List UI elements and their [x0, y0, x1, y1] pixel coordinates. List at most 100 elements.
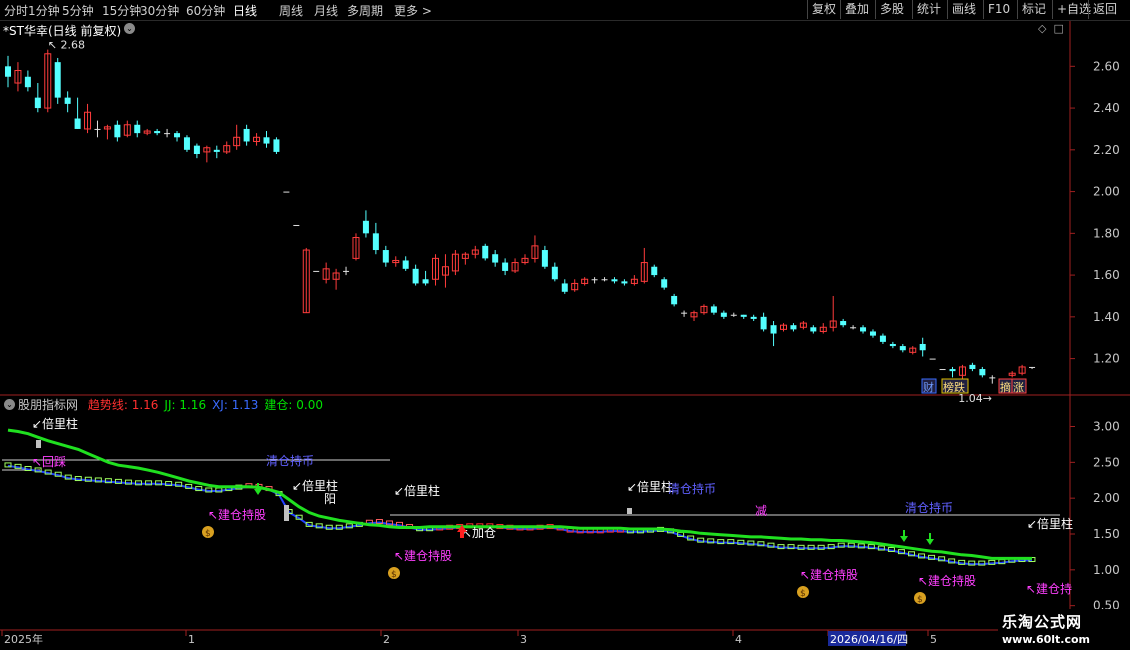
signal-label-16: 减 [755, 504, 767, 518]
signal-label-15: 阳 [324, 492, 336, 506]
candle-body [810, 327, 817, 332]
candle-body [979, 369, 986, 376]
candle-body [74, 118, 81, 129]
signal-label-0: ↙倍里柱 [32, 416, 78, 431]
candle-body [243, 128, 250, 142]
signal-label-5: ↖建仓持股 [208, 507, 266, 522]
candle-body [889, 343, 896, 347]
candle-body [293, 224, 300, 226]
candle-body [492, 254, 499, 263]
candle-body [154, 131, 161, 134]
badge-3: 涨 [1013, 381, 1024, 394]
candle-body [740, 314, 747, 317]
candle-body [313, 270, 320, 272]
candle-body [193, 145, 200, 154]
candle-body [174, 133, 181, 138]
candle-body [750, 316, 757, 319]
candle-body [661, 279, 668, 288]
candle-body [164, 133, 171, 135]
y-tick-label: 2.60 [1093, 59, 1120, 73]
candle-body [671, 295, 678, 305]
y-tick-label: 1.40 [1093, 310, 1120, 324]
candle-body [422, 279, 429, 284]
y-tick-label: 2.00 [1093, 185, 1120, 199]
signal-label-11: 清仓持币 [266, 453, 314, 468]
x-axis-label-0: 2025年 [4, 632, 43, 646]
x-axis-label-6: 5 [930, 633, 937, 646]
candle-body [601, 279, 608, 281]
candle-body [611, 279, 618, 282]
candle-body [482, 245, 489, 259]
candle-body [710, 306, 717, 313]
watermark-name: 乐淘公式网 [1002, 613, 1083, 631]
candle-body [591, 279, 598, 281]
candle-body [412, 268, 419, 284]
signal-label-8: ↖建仓持股 [918, 573, 976, 588]
candle-body [362, 220, 369, 234]
beiliang-bar [36, 440, 41, 448]
candle-body [34, 97, 41, 109]
signal-label-2: ↙倍里柱 [394, 483, 440, 498]
candle-body [24, 76, 31, 88]
candle-body [989, 377, 996, 379]
down-arrow-icon [900, 530, 908, 542]
candle-body [720, 312, 727, 317]
candle-body [899, 346, 906, 351]
candle-body [681, 312, 688, 314]
candle-body [213, 149, 220, 152]
y-tick-label: 1.00 [1093, 563, 1120, 577]
signal-label-9: ↖建仓持 [1026, 581, 1072, 596]
jj-line [7, 428, 1032, 560]
money-bag-glyph: $ [391, 570, 397, 580]
candle-body [869, 331, 876, 336]
signal-label-7: ↖建仓持股 [800, 567, 858, 582]
down-arrow-icon [926, 533, 934, 545]
candle-body [382, 250, 389, 263]
candle-body [94, 128, 101, 130]
kline-chart[interactable]: 2.60 2.40 2.20 2.00 1.80 1.60 1.40 1.20 3.00 2.50… [0, 0, 1130, 650]
y-tick-label: 3.00 [1093, 420, 1120, 434]
x-axis-label-4: 4 [735, 633, 742, 646]
signal-label-3: ↙倍里柱 [627, 479, 673, 494]
candle-body [263, 137, 270, 144]
candle-body [850, 327, 857, 329]
y-tick-label: 2.00 [1093, 491, 1120, 505]
candle-body [64, 97, 71, 104]
signal-label-12: 清仓持币 [668, 481, 716, 496]
money-bag-glyph: $ [800, 589, 806, 599]
candle-body [343, 270, 350, 272]
candle-body [1029, 366, 1036, 368]
candle-body [134, 124, 141, 134]
y-tick-label: 1.20 [1093, 352, 1120, 366]
candle-body [273, 139, 280, 152]
signal-label-6: ↖建仓持股 [394, 548, 452, 563]
badge-2: 摘 [1000, 380, 1011, 394]
candle-body [760, 316, 767, 330]
candle-body [54, 62, 61, 98]
candle-body [919, 343, 926, 351]
candle-body [561, 283, 568, 292]
candle-body [402, 260, 409, 269]
candle-body [860, 327, 867, 332]
candle-body [790, 325, 797, 330]
y-tick-label: 1.60 [1093, 268, 1120, 282]
candle-body [283, 191, 290, 193]
badge-1: 榜跌 [943, 380, 965, 394]
candle-body [840, 321, 847, 326]
candle-body [621, 281, 628, 284]
candle-body [114, 124, 121, 138]
beiliang-bar [284, 505, 289, 521]
badge-0: 财 [923, 380, 934, 394]
money-bag-glyph: $ [205, 529, 211, 539]
candle-body [183, 137, 190, 150]
y-tick-label: 1.80 [1093, 226, 1120, 240]
x-axis-label-5: 2026/04/16/四 [830, 633, 908, 646]
y-tick-label: 1.50 [1093, 527, 1120, 541]
candle-body [929, 358, 936, 360]
candle-body [651, 266, 658, 276]
money-bag-glyph: $ [917, 595, 923, 605]
watermark-logo: 乐淘公式网 www.60lt.com [998, 609, 1130, 650]
y-tick-label: 2.20 [1093, 143, 1120, 157]
candle-body [5, 66, 11, 77]
candle-body [939, 369, 946, 371]
